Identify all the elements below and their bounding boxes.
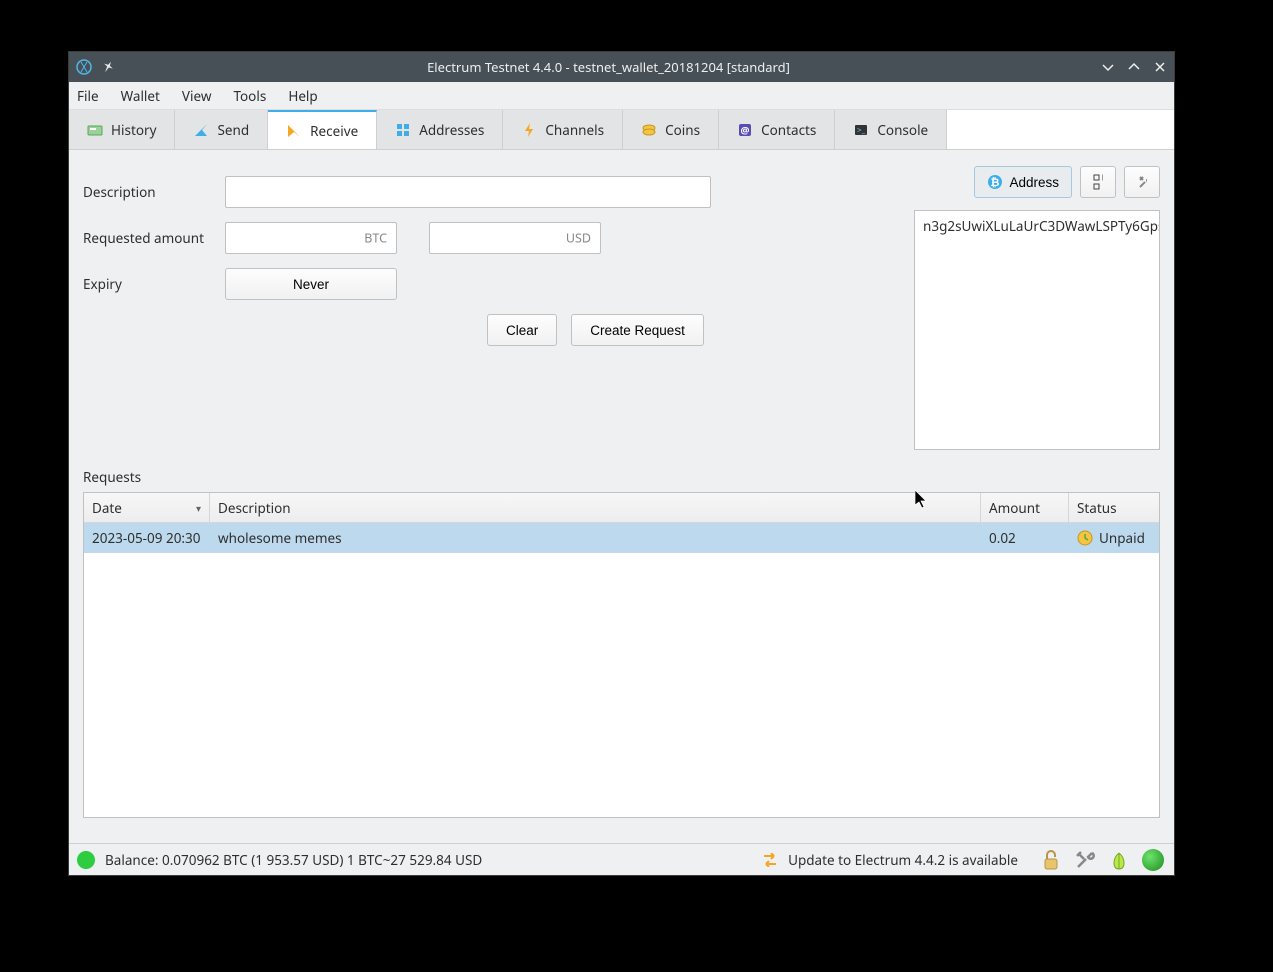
address-button[interactable]: ₿ Address <box>974 166 1072 198</box>
statusbar: Balance: 0.070962 BTC (1 953.57 USD) 1 B… <box>69 843 1174 875</box>
create-request-button[interactable]: Create Request <box>571 314 704 346</box>
close-button[interactable] <box>1152 59 1168 75</box>
table-header: Date ▾ Description Amount Status <box>84 493 1159 523</box>
sort-indicator-icon: ▾ <box>196 501 201 515</box>
tab-label: Send <box>217 121 249 139</box>
description-label: Description <box>83 183 215 201</box>
app-window: Electrum Testnet 4.4.0 - testnet_wallet_… <box>68 51 1175 876</box>
clock-icon <box>1077 530 1093 546</box>
balance-text: Balance: 0.070962 BTC (1 953.57 USD) 1 B… <box>105 851 482 869</box>
network-status-icon[interactable] <box>1140 847 1166 873</box>
app-icon <box>75 58 93 76</box>
amount-usd-input[interactable] <box>429 222 601 254</box>
connection-status-icon[interactable] <box>77 851 95 869</box>
menu-view[interactable]: View <box>182 87 212 105</box>
tab-channels[interactable]: Channels <box>503 110 623 149</box>
tab-filler <box>947 110 1174 149</box>
col-description[interactable]: Description <box>210 493 981 522</box>
table-row[interactable]: 2023-05-09 20:30 wholesome memes 0.02 Un… <box>84 523 1159 553</box>
maximize-button[interactable] <box>1126 59 1142 75</box>
bitcoin-icon: ₿ <box>987 174 1003 190</box>
send-icon <box>193 122 209 138</box>
cell-status: Unpaid <box>1069 529 1159 547</box>
col-date[interactable]: Date ▾ <box>84 493 210 522</box>
pin-icon[interactable] <box>99 58 117 76</box>
tab-coins[interactable]: Coins <box>623 110 719 149</box>
seed-icon[interactable] <box>1106 847 1132 873</box>
amount-btc-input[interactable] <box>225 222 397 254</box>
expiry-label: Expiry <box>83 275 215 293</box>
qrcode-icon <box>1093 174 1103 190</box>
menu-wallet[interactable]: Wallet <box>121 87 160 105</box>
tab-label: Coins <box>665 121 700 139</box>
tab-history[interactable]: History <box>69 110 175 149</box>
cell-description: wholesome memes <box>210 529 981 547</box>
update-text[interactable]: Update to Electrum 4.4.2 is available <box>788 851 1018 869</box>
preferences-icon[interactable] <box>1072 847 1098 873</box>
address-panel: ₿ Address n3g2sUwiXLuLaUrC3DWawLSPTy6Gps <box>914 164 1160 450</box>
update-icon <box>762 853 778 867</box>
addresses-icon <box>395 122 411 138</box>
tab-label: Console <box>877 121 928 139</box>
lock-icon[interactable] <box>1038 847 1064 873</box>
clear-button[interactable]: Clear <box>487 314 557 346</box>
tab-addresses[interactable]: Addresses <box>377 110 503 149</box>
address-display[interactable]: n3g2sUwiXLuLaUrC3DWawLSPTy6Gps <box>914 210 1160 450</box>
tab-label: Channels <box>545 121 604 139</box>
address-button-label: Address <box>1009 175 1059 190</box>
tab-send[interactable]: Send <box>175 110 268 149</box>
minimize-button[interactable] <box>1100 59 1116 75</box>
svg-text:₿: ₿ <box>991 177 1000 189</box>
menu-file[interactable]: File <box>77 87 99 105</box>
tab-label: Contacts <box>761 121 816 139</box>
tab-label: History <box>111 121 156 139</box>
description-input[interactable] <box>225 176 711 208</box>
console-icon: >_ <box>853 122 869 138</box>
tabbar: History Send Receive Addresses Channels … <box>69 110 1174 150</box>
channels-icon <box>521 122 537 138</box>
request-form: Description Requested amount BTC USD <box>83 164 898 450</box>
svg-text:@: @ <box>741 123 750 137</box>
tab-receive[interactable]: Receive <box>268 110 377 149</box>
tools-button[interactable] <box>1124 166 1160 198</box>
col-status[interactable]: Status <box>1069 493 1159 522</box>
coins-icon <box>641 122 657 138</box>
cell-date: 2023-05-09 20:30 <box>84 529 210 547</box>
receive-icon <box>286 123 302 139</box>
wrench-icon <box>1137 174 1147 190</box>
menu-help[interactable]: Help <box>288 87 317 105</box>
tab-contacts[interactable]: @ Contacts <box>719 110 835 149</box>
cell-amount: 0.02 <box>981 529 1069 547</box>
tab-console[interactable]: >_ Console <box>835 110 947 149</box>
history-icon <box>87 122 103 138</box>
window-title: Electrum Testnet 4.4.0 - testnet_wallet_… <box>117 58 1100 76</box>
expiry-dropdown[interactable]: Never <box>225 268 397 300</box>
svg-text:>_: >_ <box>857 125 866 136</box>
tab-label: Addresses <box>419 121 484 139</box>
col-amount[interactable]: Amount <box>981 493 1069 522</box>
tab-label: Receive <box>310 122 358 140</box>
titlebar: Electrum Testnet 4.4.0 - testnet_wallet_… <box>69 52 1174 82</box>
qrcode-button[interactable] <box>1080 166 1116 198</box>
content-area: Description Requested amount BTC USD <box>69 150 1174 843</box>
menu-tools[interactable]: Tools <box>233 87 266 105</box>
requested-amount-label: Requested amount <box>83 229 215 247</box>
requests-table: Date ▾ Description Amount Status 2023-05… <box>83 492 1160 818</box>
requests-label: Requests <box>83 468 1160 486</box>
contacts-icon: @ <box>737 122 753 138</box>
menubar: File Wallet View Tools Help <box>69 82 1174 110</box>
